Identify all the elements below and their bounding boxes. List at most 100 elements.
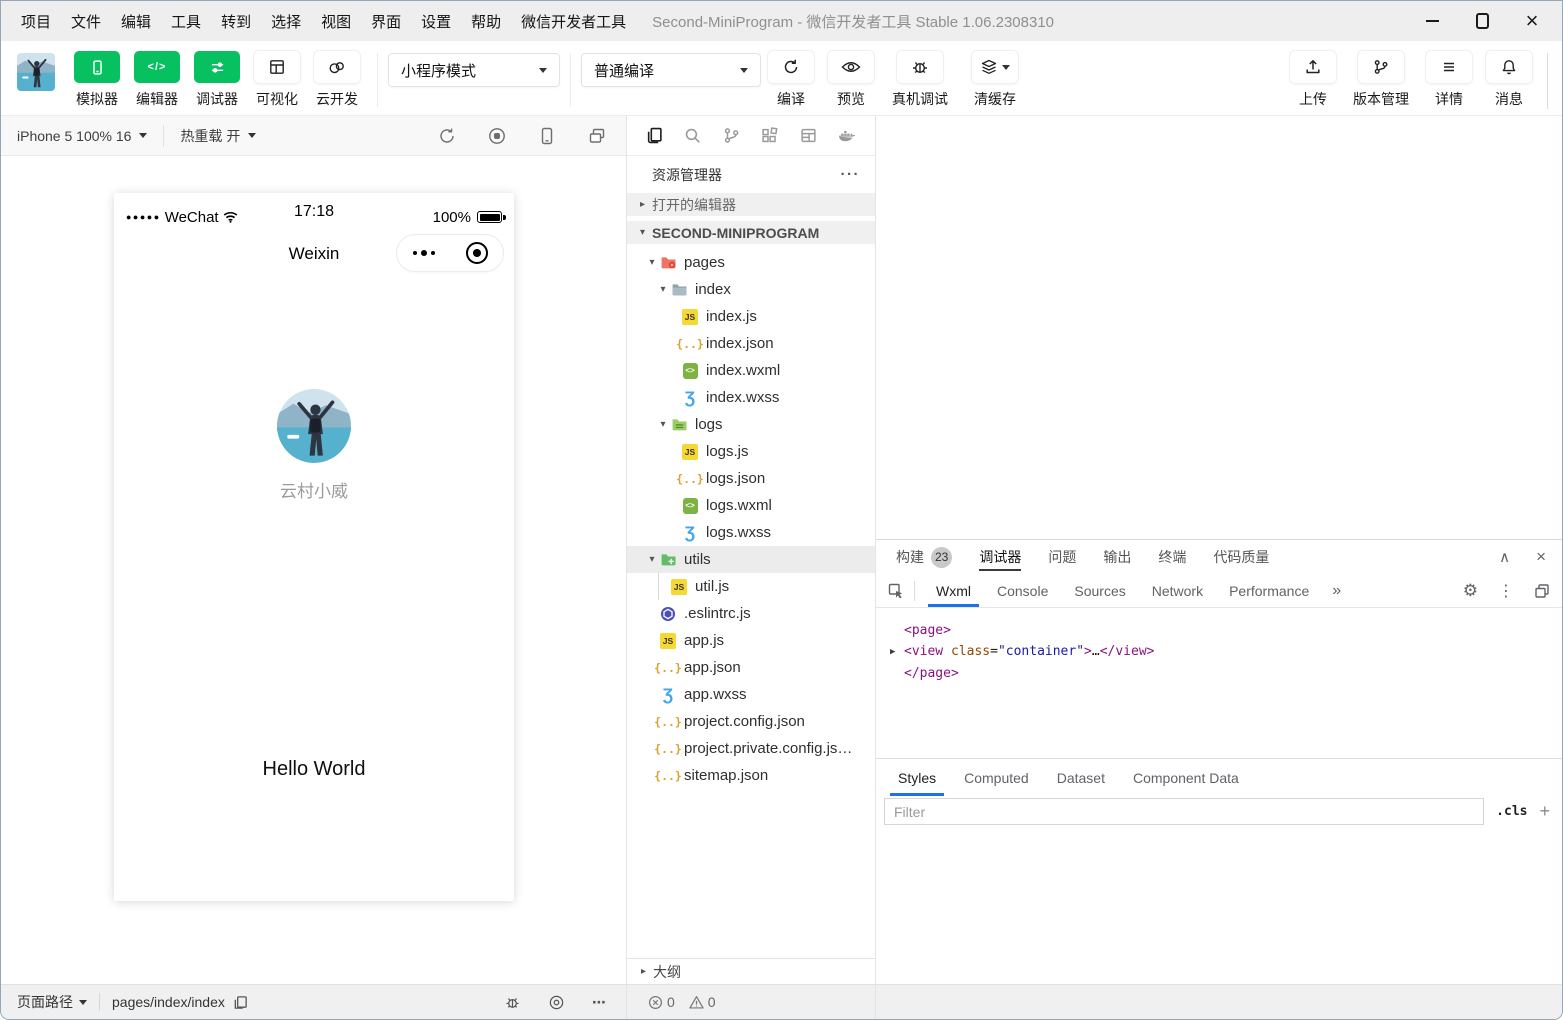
- cloud-dev-button[interactable]: 云开发: [307, 51, 367, 109]
- rotate-button[interactable]: [438, 127, 456, 145]
- outline-section[interactable]: ▸ 大纲: [627, 958, 875, 984]
- code-line[interactable]: </page>: [890, 663, 1562, 684]
- styles-filter-input[interactable]: [884, 798, 1484, 825]
- menu-item-10[interactable]: 帮助: [461, 7, 511, 36]
- tree-item-util.js[interactable]: JSutil.js: [627, 573, 875, 600]
- preview-eye-icon[interactable]: [548, 994, 565, 1011]
- preview-button[interactable]: 预览: [821, 51, 881, 109]
- copy-path-icon[interactable]: [233, 995, 248, 1010]
- version-control-button[interactable]: 版本管理: [1343, 51, 1419, 109]
- tree-item-sitemap.json[interactable]: {..}sitemap.json: [627, 762, 875, 789]
- menu-item-8[interactable]: 界面: [361, 7, 411, 36]
- styles-tab-component-data[interactable]: Component Data: [1119, 759, 1253, 796]
- panel-tab-构建[interactable]: 构建23: [896, 540, 952, 574]
- panel-tab-输出[interactable]: 输出: [1103, 540, 1131, 574]
- tree-item-project.config.json[interactable]: {..}project.config.json: [627, 708, 875, 735]
- tree-item-pages[interactable]: ▾pages: [627, 249, 875, 276]
- more-menu-button[interactable]: [397, 250, 450, 256]
- multi-window-button[interactable]: [588, 127, 606, 145]
- chevron-down-icon[interactable]: ▾: [656, 419, 670, 430]
- page-path-select[interactable]: 页面路径: [17, 992, 87, 1012]
- inspect-element-icon[interactable]: [888, 583, 904, 599]
- profile-avatar[interactable]: [277, 389, 351, 463]
- devtools-tab-sources[interactable]: Sources: [1061, 574, 1138, 607]
- tree-item-logs.json[interactable]: {..}logs.json: [627, 465, 875, 492]
- code-line[interactable]: <page>: [890, 620, 1562, 641]
- kebab-menu-icon[interactable]: ⋮: [1498, 581, 1514, 601]
- clear-cache-button[interactable]: 清缓存: [959, 51, 1031, 109]
- menu-item-9[interactable]: 设置: [411, 7, 461, 36]
- open-editors-section[interactable]: ▸ 打开的编辑器: [627, 193, 875, 216]
- close-panel-button[interactable]: ×: [1536, 547, 1546, 567]
- tree-item-app.js[interactable]: JSapp.js: [627, 627, 875, 654]
- devtools-tab-wxml[interactable]: Wxml: [923, 574, 984, 607]
- menu-item-1[interactable]: 项目: [11, 7, 61, 36]
- editor-toggle-button[interactable]: </> 编辑器: [127, 51, 187, 109]
- tree-item-logs.js[interactable]: JSlogs.js: [627, 438, 875, 465]
- project-section[interactable]: ▾ SECOND-MINIPROGRAM: [627, 221, 875, 244]
- add-style-button[interactable]: +: [1539, 801, 1550, 822]
- undock-icon[interactable]: [1534, 583, 1550, 599]
- compile-mode-select[interactable]: 普通编译: [581, 53, 761, 87]
- visualization-button[interactable]: 可视化: [247, 51, 307, 109]
- panel-layout-icon[interactable]: [800, 127, 817, 144]
- close-button[interactable]: ×: [1522, 11, 1542, 31]
- tree-item-app.json[interactable]: {..}app.json: [627, 654, 875, 681]
- cls-button[interactable]: .cls: [1496, 804, 1527, 819]
- menu-item-6[interactable]: 选择: [261, 7, 311, 36]
- statusbar-problems-segment[interactable]: 0 0: [626, 985, 876, 1019]
- hot-reload-toggle[interactable]: 热重载 开: [180, 126, 256, 146]
- stop-button[interactable]: [488, 127, 506, 145]
- settings-gear-icon[interactable]: ⚙: [1463, 581, 1478, 601]
- tree-item-index.js[interactable]: JSindex.js: [627, 303, 875, 330]
- tree-item-index.wxss[interactable]: Ʒindex.wxss: [627, 384, 875, 411]
- styles-tab-styles[interactable]: Styles: [884, 759, 950, 796]
- tree-item-index.wxml[interactable]: <>index.wxml: [627, 357, 875, 384]
- expand-arrow-icon[interactable]: ▶: [890, 642, 904, 663]
- chevron-down-icon[interactable]: ▾: [645, 257, 659, 268]
- tree-item-logs.wxml[interactable]: <>logs.wxml: [627, 492, 875, 519]
- extensions-icon[interactable]: [761, 127, 778, 144]
- tree-item-logs[interactable]: ▾logs: [627, 411, 875, 438]
- tree-item-app.wxss[interactable]: Ʒapp.wxss: [627, 681, 875, 708]
- more-actions-icon[interactable]: ···: [841, 166, 861, 183]
- tree-item-utils[interactable]: ▾utils: [627, 546, 875, 573]
- search-icon[interactable]: [684, 127, 701, 144]
- tree-item-logs.wxss[interactable]: Ʒlogs.wxss: [627, 519, 875, 546]
- styles-tab-dataset[interactable]: Dataset: [1043, 759, 1119, 796]
- user-avatar[interactable]: [17, 53, 55, 91]
- mode-select[interactable]: 小程序模式: [388, 53, 560, 87]
- device-select[interactable]: iPhone 5 100% 16: [17, 128, 147, 144]
- messages-button[interactable]: 消息: [1479, 51, 1539, 109]
- wxml-code-view[interactable]: <page>▶<view class="container">…</view><…: [876, 608, 1562, 758]
- exit-miniprogram-button[interactable]: [450, 242, 503, 264]
- debugger-toggle-button[interactable]: 调试器: [187, 51, 247, 109]
- tabs-overflow-button[interactable]: »: [1322, 582, 1351, 600]
- devtools-tab-console[interactable]: Console: [984, 574, 1061, 607]
- files-icon[interactable]: [646, 127, 663, 144]
- tree-item-index[interactable]: ▾index: [627, 276, 875, 303]
- menu-item-2[interactable]: 文件: [61, 7, 111, 36]
- upload-button[interactable]: 上传: [1283, 51, 1343, 109]
- vconsole-bug-icon[interactable]: [504, 994, 521, 1011]
- devtools-tab-performance[interactable]: Performance: [1216, 574, 1322, 607]
- docker-icon[interactable]: [838, 128, 856, 143]
- panel-tab-终端[interactable]: 终端: [1158, 540, 1186, 574]
- maximize-button[interactable]: [1472, 11, 1492, 31]
- collapse-panel-button[interactable]: ∧: [1499, 548, 1510, 566]
- code-line[interactable]: ▶<view class="container">…</view>: [890, 641, 1562, 663]
- panel-tab-问题[interactable]: 问题: [1048, 540, 1076, 574]
- menu-item-5[interactable]: 转到: [211, 7, 261, 36]
- menu-item-11[interactable]: 微信开发者工具: [511, 7, 636, 36]
- details-button[interactable]: 详情: [1419, 51, 1479, 109]
- chevron-down-icon[interactable]: ▾: [645, 554, 659, 565]
- tree-item-project.private.config.js-[interactable]: {..}project.private.config.js…: [627, 735, 875, 762]
- menu-item-4[interactable]: 工具: [161, 7, 211, 36]
- panel-tab-调试器[interactable]: 调试器: [979, 540, 1021, 574]
- compile-button[interactable]: 编译: [761, 51, 821, 109]
- remote-debug-button[interactable]: 真机调试: [881, 51, 959, 109]
- device-frame-button[interactable]: [538, 127, 556, 145]
- panel-tab-代码质量[interactable]: 代码质量: [1213, 540, 1269, 574]
- chevron-down-icon[interactable]: ▾: [656, 284, 670, 295]
- menu-item-3[interactable]: 编辑: [111, 7, 161, 36]
